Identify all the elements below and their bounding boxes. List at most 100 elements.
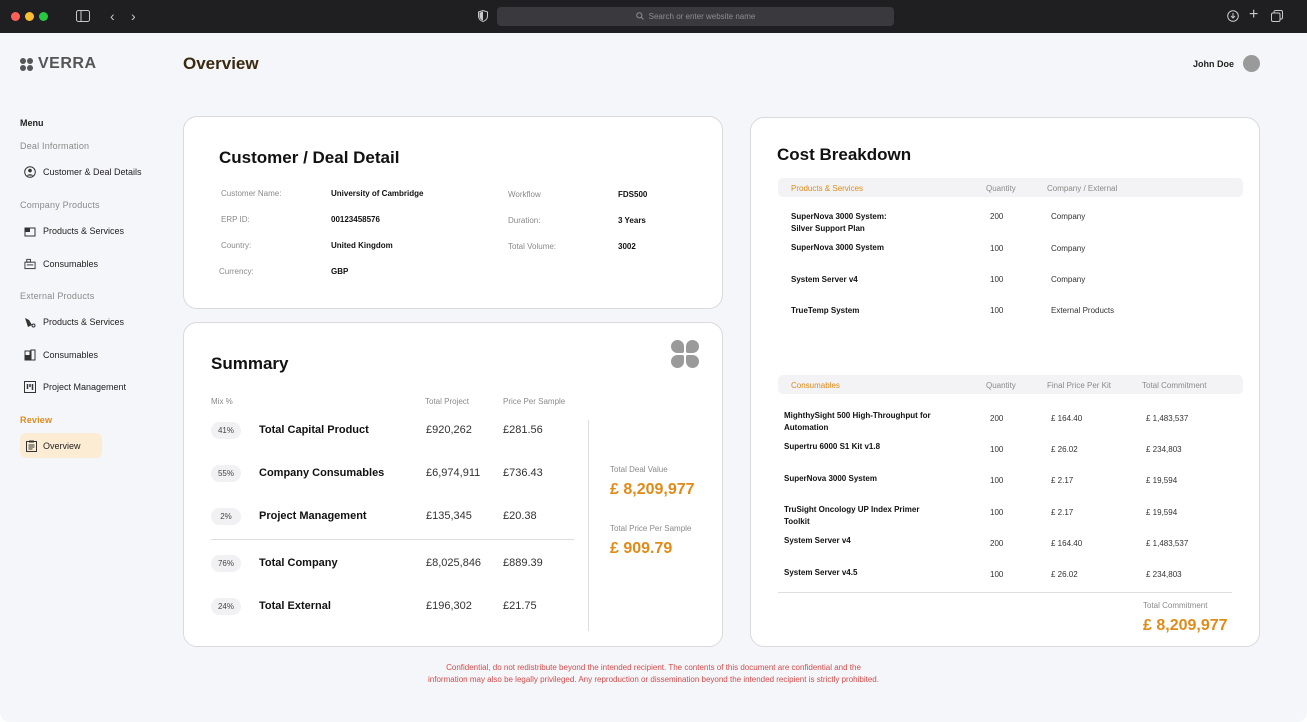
summary-row-pps: £889.39 [503,557,543,569]
consumable-total-commitment: £ 234,803 [1146,570,1182,579]
column-header-quantity: Quantity [986,184,1016,193]
column-header-mix: Mix % [211,397,233,406]
address-bar[interactable]: Search or enter website name [497,7,894,26]
product-qty: 100 [990,306,1004,315]
consumable-total-commitment: £ 19,594 [1146,508,1178,517]
browser-toolbar: ‹ › Search or enter website name + [0,0,1307,33]
clipboard-icon [26,440,37,452]
summary-row-pps: £281.56 [503,424,543,436]
sidebar-item-external-consumables[interactable]: Consumables [24,348,98,362]
consumable-total-commitment: £ 1,483,537 [1146,539,1189,548]
sidebar-section-review: Review [20,415,53,425]
summary-row-name: Total External [259,600,331,612]
product-qty: 100 [990,275,1004,284]
sidebar-item-label: Consumables [43,350,99,360]
total-commitment-value: £ 8,209,977 [1143,617,1228,634]
consumable-final-price: £ 164.40 [1051,414,1083,423]
sidebar-item-label: Customer & Deal Details [43,167,142,177]
user-menu[interactable]: John Doe [1193,55,1260,72]
field-label: Customer Name: [221,189,282,198]
field-label: Currency: [219,267,254,276]
column-header-consumables: Consumables [791,381,840,390]
maximize-window-button[interactable] [39,12,48,21]
address-placeholder: Search or enter website name [648,12,756,21]
total-pps-label: Total Price Per Sample [610,524,692,533]
sidebar-item-label: Products & Services [43,226,125,236]
column-header-total-project: Total Project [425,397,470,406]
tabs-overview-icon[interactable] [1271,10,1283,24]
avatar[interactable] [1243,55,1260,72]
sidebar-item-company-products-services[interactable]: Products & Services [24,224,124,238]
summary-row-total: £6,974,911 [426,467,481,479]
column-header-final-price: Final Price Per Kit [1047,381,1112,390]
shield-icon[interactable] [478,9,488,24]
sidebar-section-deal: Deal Information [20,141,90,151]
sidebar-item-company-consumables[interactable]: Consumables [24,257,98,271]
product-qty: 100 [990,244,1004,253]
kanban-icon [24,381,36,393]
product-name: TrueTemp System [791,306,860,315]
column-header-products: Products & Services [791,184,864,193]
summary-row-name: Company Consumables [259,467,385,479]
total-pps-value: £ 909.79 [610,540,673,557]
summary-row-name: Project Management [259,510,367,522]
sidebar-item-project-management[interactable]: Project Management [24,380,126,394]
cost-breakdown-title: Cost Breakdown [777,145,912,164]
duration-value: 3 Years [618,216,646,225]
consumable-qty: 100 [990,570,1004,579]
summary-vertical-divider [588,420,589,631]
consumable-final-price: £ 2.17 [1051,508,1074,517]
country-value: United Kingdom [331,241,393,250]
product-name: System Server v4 [791,275,858,284]
total-deal-label: Total Deal Value [610,465,668,474]
product-source: Company [1051,275,1086,284]
summary-row-total: £196,302 [426,600,472,612]
brand-logo[interactable]: VERRA [20,55,97,73]
consumable-final-price: £ 2.17 [1051,476,1074,485]
product-source: Company [1051,244,1086,253]
cost-divider [778,592,1232,593]
mix-badge: 41% [211,422,241,439]
currency-value: GBP [331,267,349,276]
consumable-name: TruSight Oncology UP Index Primer [784,505,920,514]
sidebar-item-overview[interactable]: Overview [20,433,102,458]
sidebar-item-external-products-services[interactable]: Products & Services [24,315,124,329]
sidebar-item-customer-deal-details[interactable]: Customer & Deal Details [24,165,142,179]
new-tab-icon[interactable]: + [1249,7,1258,23]
user-name: John Doe [1192,58,1234,69]
consumable-qty: 200 [990,414,1004,423]
brand-name: VERRA [38,55,97,72]
summary-row-total: £920,262 [426,424,472,436]
summary-title: Summary [211,354,289,373]
column-header-quantity: Quantity [986,381,1016,390]
back-icon[interactable]: ‹ [110,9,115,23]
sidebar-item-label: Overview [43,440,81,451]
workflow-value: FDS500 [618,190,648,199]
close-window-button[interactable] [11,12,20,21]
search-icon [635,11,644,22]
consumable-name-line2: Automation [784,423,829,432]
confidential-notice: Confidential, do not redistribute beyond… [0,662,1307,686]
sidebar-item-label: Consumables [43,259,99,269]
consumable-total-commitment: £ 1,483,537 [1146,414,1189,423]
total-deal-value: £ 8,209,977 [610,481,695,498]
consumable-name: System Server v4 [784,536,851,545]
minimize-window-button[interactable] [25,12,34,21]
sidebar-toggle-icon[interactable] [76,10,90,24]
summary-divider [211,539,574,540]
consumable-qty: 100 [990,508,1004,517]
sidebar-section-external: External Products [20,291,95,301]
consumable-total-commitment: £ 234,803 [1146,445,1182,454]
kit-icon [24,258,36,270]
consumable-qty: 200 [990,539,1004,548]
download-icon[interactable] [1227,10,1239,24]
consumable-name: MighthySight 500 High-Throughput for [784,411,931,420]
customer-deal-title: Customer / Deal Detail [219,148,400,167]
consumable-name: SuperNova 3000 System [784,474,877,483]
mix-badge: 76% [211,555,241,572]
truck-icon [24,316,36,328]
consumable-name-line2: Toolkit [784,517,810,526]
column-header-price-per-sample: Price Per Sample [503,397,566,406]
forward-icon[interactable]: › [131,9,136,23]
field-label: Total Volume: [508,242,557,251]
